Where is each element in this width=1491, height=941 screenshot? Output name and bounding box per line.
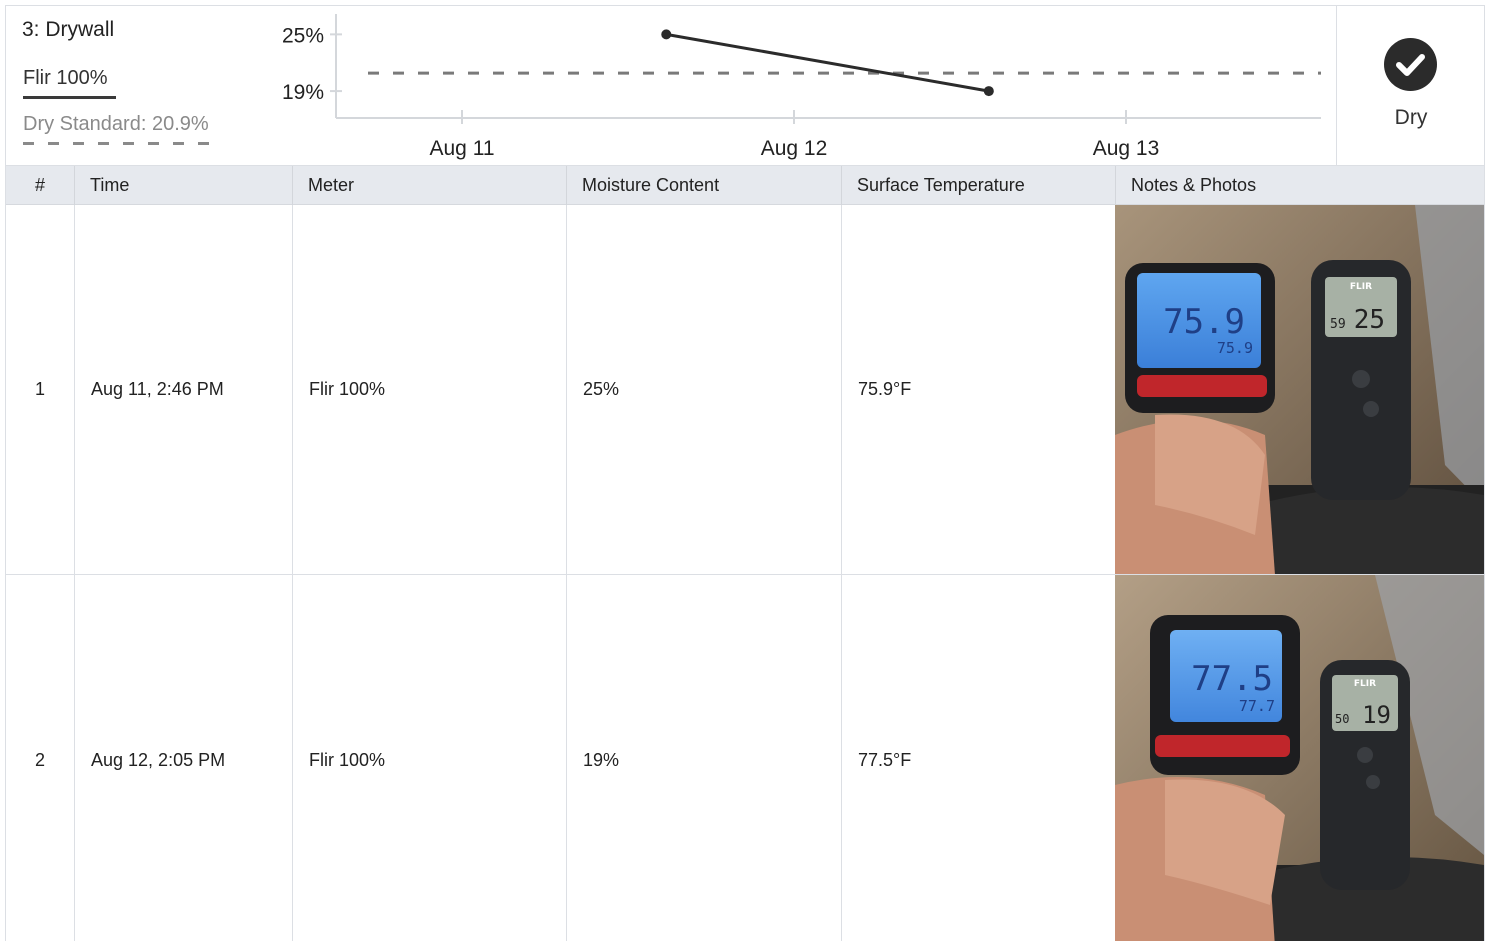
svg-text:77.5: 77.5 xyxy=(1191,659,1273,699)
row-number: 2 xyxy=(34,750,45,770)
row-number: 1 xyxy=(34,379,45,399)
series-line xyxy=(666,32,990,93)
header-notes-photos: Notes & Photos xyxy=(1131,175,1257,195)
svg-text:75.9: 75.9 xyxy=(1163,302,1245,342)
dry-status: Dry xyxy=(1336,6,1484,165)
x-tick-label: Aug 12 xyxy=(761,137,828,160)
y-tick-label: 25% xyxy=(282,24,324,47)
svg-text:FLIR: FLIR xyxy=(1354,679,1376,689)
row-time: Aug 11, 2:46 PM xyxy=(74,205,292,574)
table-row: 2 Aug 12, 2:05 PM Flir 100% 19% 77.5°F 7… xyxy=(6,575,1484,941)
card-header: 3: Drywall Flir 100% Dry Standard: 20.9%… xyxy=(6,6,1484,165)
moisture-log-card: 3: Drywall Flir 100% Dry Standard: 20.9%… xyxy=(5,5,1485,941)
row-temperature: 77.5°F xyxy=(841,575,1115,941)
y-tick-label: 19% xyxy=(282,81,324,104)
legend-dry-standard-label: Dry Standard: 20.9% xyxy=(23,113,209,135)
legend-meter-swatch xyxy=(23,96,116,99)
svg-text:59: 59 xyxy=(1330,317,1346,332)
header-moisture: Moisture Content xyxy=(582,175,720,195)
row-meter: Flir 100% xyxy=(292,575,566,941)
header-time: Time xyxy=(90,175,130,195)
x-tick-label: Aug 11 xyxy=(430,137,495,160)
room-title: 3: Drywall xyxy=(22,18,115,41)
reading-photo[interactable]: 75.9 75.9 FLIR 25 59 xyxy=(1115,205,1484,574)
svg-text:FLIR: FLIR xyxy=(1350,282,1372,292)
x-tick-label: Aug 13 xyxy=(1093,137,1160,160)
header-temperature: Surface Temperature xyxy=(857,175,1025,195)
header-num: # xyxy=(34,175,45,195)
row-temperature: 75.9°F xyxy=(841,205,1115,574)
legend-dry-standard-swatch xyxy=(23,142,223,145)
row-moisture: 19% xyxy=(566,575,841,941)
table-row: 1 Aug 11, 2:46 PM Flir 100% 25% 75.9°F 7… xyxy=(6,205,1484,575)
row-meter: Flir 100% xyxy=(292,205,566,574)
svg-text:50: 50 xyxy=(1335,712,1349,726)
status-label: Dry xyxy=(1394,106,1428,129)
legend-meter-label: Flir 100% xyxy=(23,67,108,89)
table-header: # Time Meter Moisture Content Surface Te… xyxy=(6,165,1484,206)
svg-text:77.7: 77.7 xyxy=(1239,697,1275,715)
data-point xyxy=(983,86,994,97)
moisture-chart: 25% 19% Aug 11 Aug 12 Aug 13 xyxy=(246,6,1336,165)
svg-text:75.9: 75.9 xyxy=(1217,339,1253,357)
svg-text:19: 19 xyxy=(1362,701,1391,729)
moisture-chart-svg: 25% 19% Aug 11 Aug 12 Aug 13 xyxy=(282,14,1321,160)
check-circle-icon xyxy=(1384,38,1437,91)
row-time: Aug 12, 2:05 PM xyxy=(74,575,292,941)
data-point xyxy=(661,29,672,40)
header-meter: Meter xyxy=(308,175,355,195)
row-moisture: 25% xyxy=(566,205,841,574)
svg-text:25: 25 xyxy=(1354,305,1385,335)
reading-photo[interactable]: 77.5 77.7 FLIR 19 50 xyxy=(1115,575,1484,941)
